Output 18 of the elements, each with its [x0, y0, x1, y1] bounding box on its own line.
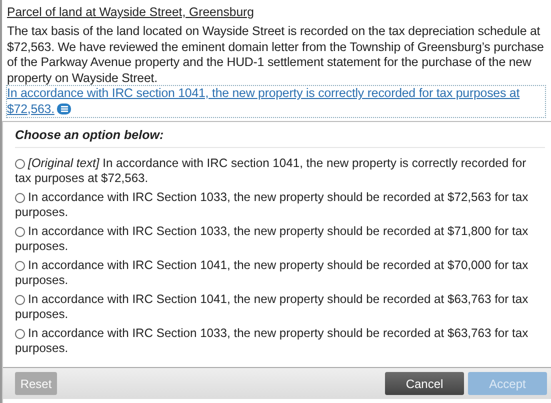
- radio-button[interactable]: [15, 159, 25, 169]
- highlighted-text[interactable]: In accordance with IRC section 1041, the new property is correctly recorded for tax purposes at $72,563.: [7, 86, 545, 117]
- option-text[interactable]: In accordance with IRC Section 1033, the new property should be recorded at $63,763 for tax purposes.: [15, 326, 539, 356]
- option-text[interactable]: In accordance with IRC Section 1041, the new property should be recorded at $63,763 for tax purposes.: [15, 292, 539, 322]
- radio-button[interactable]: [15, 227, 25, 237]
- radio-button[interactable]: [15, 295, 25, 305]
- document-heading: Parcel of land at Wayside Street, Greensburg: [7, 4, 255, 20]
- radio-button[interactable]: [15, 261, 25, 271]
- radio-button[interactable]: [15, 329, 25, 339]
- document-paragraph: The tax basis of the land located on Wayside Street is recorded on the tax depreciation schedule at $72,563. We have reviewed the eminent domain letter from the Township of Greensburg’s purchase of the Parkway Avenue property and the HUD-1 settlement statement for the purchase of the new property on Wayside Street.: [7, 24, 545, 86]
- option-text[interactable]: In accordance with IRC Section 1033, the new property should be recorded at $72,563 for tax purposes.: [15, 190, 539, 220]
- radio-button[interactable]: [15, 193, 25, 203]
- list-icon[interactable]: [56, 102, 72, 114]
- prompt-label: Choose an option below:: [15, 128, 545, 148]
- cancel-button[interactable]: Cancel: [385, 372, 464, 395]
- option-text[interactable]: In accordance with IRC Section 1033, the new property should be recorded at $71,800 for tax purposes.: [15, 224, 539, 254]
- option-text[interactable]: In accordance with IRC Section 1041, the new property should be recorded at $70,000 for tax purposes.: [15, 258, 539, 288]
- option-text[interactable]: [Original text] In accordance with IRC section 1041, the new property is correctly recorded for tax purposes at $72,563.: [15, 156, 539, 186]
